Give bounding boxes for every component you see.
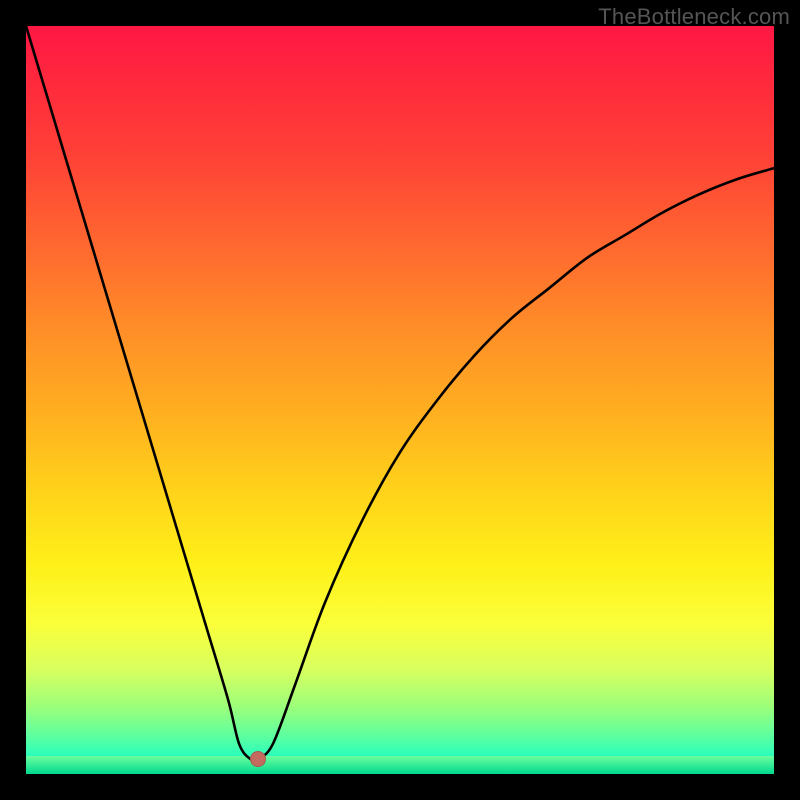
watermark-text: TheBottleneck.com [598, 4, 790, 30]
optimal-point-marker [250, 751, 266, 767]
bottleneck-curve [26, 26, 774, 774]
chart-frame: TheBottleneck.com [0, 0, 800, 800]
plot-area [26, 26, 774, 774]
